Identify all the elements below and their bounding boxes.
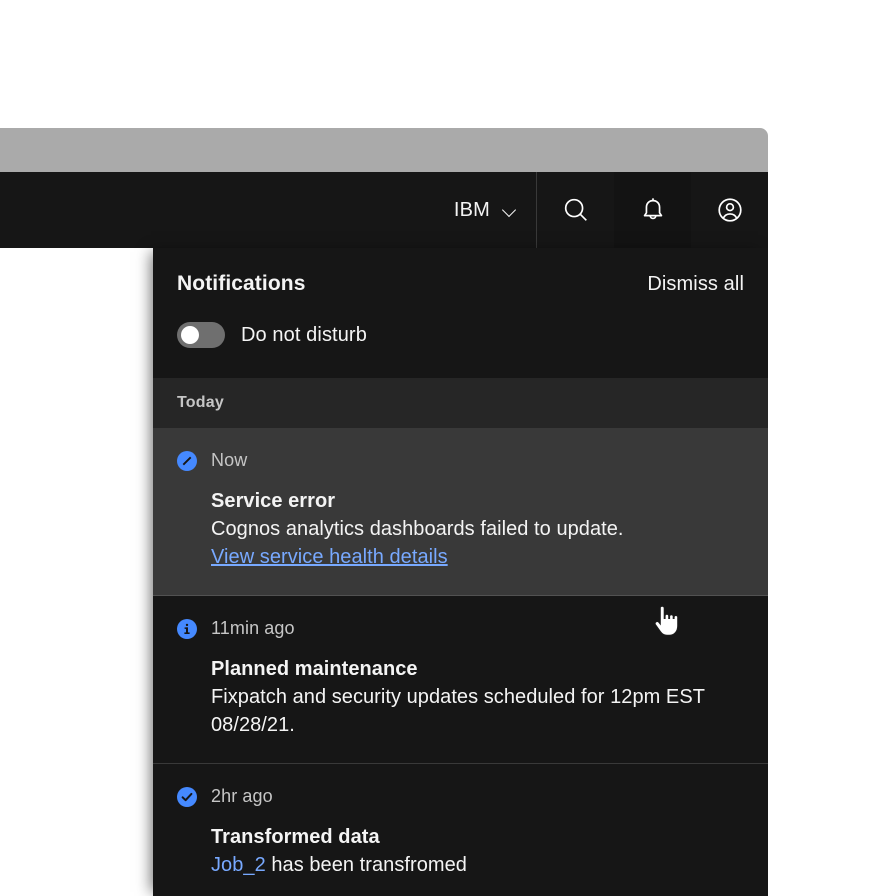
do-not-disturb-label: Do not disturb: [241, 324, 367, 347]
notification-timestamp: 2hr ago: [211, 786, 273, 807]
information-icon: [177, 619, 197, 639]
profile-button[interactable]: [691, 172, 768, 248]
notification-text: Fixpatch and security updates scheduled …: [211, 683, 744, 739]
error-slash-icon: [177, 451, 197, 471]
app-window: IBM: [0, 128, 768, 896]
account-switcher[interactable]: IBM: [436, 172, 537, 248]
header-spacer: [0, 172, 436, 248]
chevron-down-icon: [502, 202, 518, 218]
do-not-disturb-row: Do not disturb: [177, 322, 744, 348]
notification-timestamp: 11min ago: [211, 618, 295, 639]
notification-body: Planned maintenance Fixpatch and securit…: [177, 655, 744, 739]
bell-icon: [638, 195, 668, 225]
notification-body: Service error Cognos analytics dashboard…: [177, 487, 744, 571]
notification-link[interactable]: View service health details: [211, 543, 744, 571]
search-icon: [561, 195, 591, 225]
screen: IBM: [0, 0, 896, 896]
notification-item[interactable]: Now Service error Cognos analytics dashb…: [153, 428, 768, 596]
notification-meta: Now: [177, 450, 744, 471]
notification-meta: 2hr ago: [177, 786, 744, 807]
search-button[interactable]: [537, 172, 614, 248]
checkmark-icon: [177, 787, 197, 807]
notification-inline-link[interactable]: Job_2: [211, 854, 266, 876]
user-avatar-icon: [715, 195, 745, 225]
notification-text-tail: has been transfromed: [266, 854, 467, 876]
account-switcher-label: IBM: [454, 200, 490, 220]
notification-meta: 11min ago: [177, 618, 744, 639]
notification-title: Planned maintenance: [211, 655, 744, 683]
app-header: IBM: [0, 172, 768, 248]
browser-titlebar: [0, 128, 768, 172]
notifications-button[interactable]: [614, 172, 691, 248]
notification-title: Service error: [211, 487, 744, 515]
panel-header-row: Notifications Dismiss all: [177, 272, 744, 296]
page-title: Notifications: [177, 272, 305, 296]
group-header-label: Today: [177, 394, 224, 412]
notification-group-header-today: Today: [153, 378, 768, 428]
notifications-panel: Notifications Dismiss all Do not disturb…: [153, 248, 768, 896]
notifications-panel-header: Notifications Dismiss all Do not disturb: [153, 248, 768, 378]
do-not-disturb-toggle[interactable]: [177, 322, 225, 348]
notification-text: Job_2 has been transfromed: [211, 851, 744, 879]
notification-timestamp: Now: [211, 450, 247, 471]
notification-item[interactable]: 2hr ago Transformed data Job_2 has been …: [153, 764, 768, 896]
notification-item[interactable]: 11min ago Planned maintenance Fixpatch a…: [153, 596, 768, 764]
notification-body: Transformed data Job_2 has been transfro…: [177, 823, 744, 879]
dismiss-all-button[interactable]: Dismiss all: [647, 273, 744, 296]
toggle-knob: [181, 326, 199, 344]
notification-text: Cognos analytics dashboards failed to up…: [211, 515, 744, 543]
notification-title: Transformed data: [211, 823, 744, 851]
